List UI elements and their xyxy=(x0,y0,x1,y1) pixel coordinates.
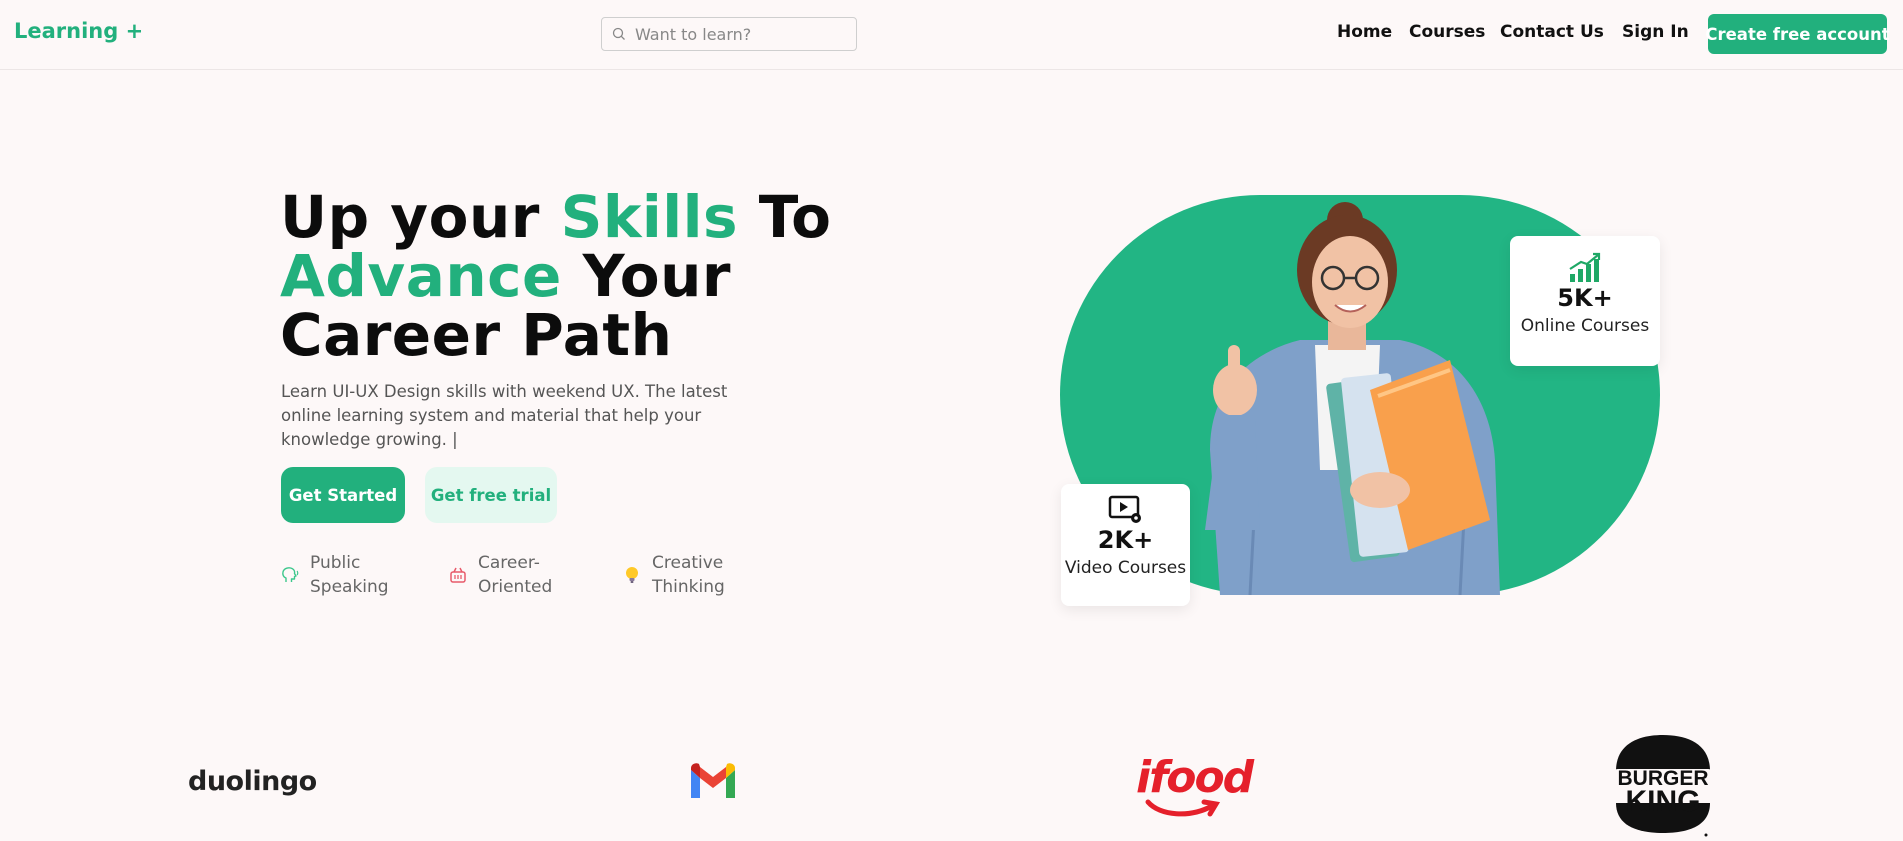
video-settings-icon xyxy=(1108,495,1141,523)
nav-home-link[interactable]: Home xyxy=(1337,22,1392,42)
hero-title-accent: Skills xyxy=(560,183,739,251)
basket-icon xyxy=(450,567,466,583)
lightbulb-icon xyxy=(626,567,638,583)
gmail-logo xyxy=(691,763,735,798)
hero-title-accent: Advance xyxy=(280,242,562,310)
growth-chart-icon xyxy=(1569,252,1601,282)
navbar: Learning + Home Courses Contact Us Sign … xyxy=(0,0,1903,70)
duolingo-logo: duolingo xyxy=(188,766,317,797)
ifood-swoosh xyxy=(1145,799,1221,817)
stat-value: 5K+ xyxy=(1557,284,1613,312)
feature-label: Creative Thinking xyxy=(652,553,725,597)
hero-title: Up your Skills To Advance Your Career Pa… xyxy=(280,188,840,365)
feature-label: Career-Oriented xyxy=(478,553,553,597)
search-box[interactable] xyxy=(601,17,857,51)
speaking-head-icon xyxy=(282,567,299,582)
stat-card-online-courses: 5K+ Online Courses xyxy=(1510,236,1660,366)
brand-logo[interactable]: Learning + xyxy=(14,19,143,43)
student-illustration xyxy=(1205,202,1500,595)
stat-value: 2K+ xyxy=(1097,526,1154,554)
ifood-wordmark: ifood xyxy=(1136,752,1254,803)
feature-creative-thinking: Creative Thinking xyxy=(622,551,742,599)
hero-title-part: Your xyxy=(561,242,731,310)
stat-label: Online Courses xyxy=(1520,316,1650,336)
nav-signin-link[interactable]: Sign In xyxy=(1622,22,1689,42)
stat-card-video-courses: 2K+ Video Courses xyxy=(1061,484,1190,606)
hero-title-part: To xyxy=(738,183,832,251)
feature-public-speaking: Public Speaking xyxy=(280,551,400,599)
hero-title-part: Up your xyxy=(280,183,561,251)
feature-career-oriented: Career-Oriented xyxy=(448,551,568,599)
stat-label: Video Courses xyxy=(1064,558,1187,578)
hero-title-part: Career Path xyxy=(280,301,673,369)
nav-courses-link[interactable]: Courses xyxy=(1409,22,1485,42)
search-icon xyxy=(612,27,625,40)
nav-contact-link[interactable]: Contact Us xyxy=(1500,22,1604,42)
ifood-logo: ifood xyxy=(1136,752,1254,817)
feature-label: Public Speaking xyxy=(310,553,389,597)
burger-king-logo: BURGER KING xyxy=(1612,735,1714,837)
free-trial-button[interactable]: Get free trial xyxy=(425,467,557,523)
hero-subtitle: Learn UI-UX Design skills with weekend U… xyxy=(281,382,728,449)
svg-text:KING: KING xyxy=(1626,785,1701,818)
get-started-button[interactable]: Get Started xyxy=(281,467,405,523)
search-input[interactable] xyxy=(635,24,835,44)
create-account-button[interactable]: Create free account xyxy=(1705,14,1890,54)
